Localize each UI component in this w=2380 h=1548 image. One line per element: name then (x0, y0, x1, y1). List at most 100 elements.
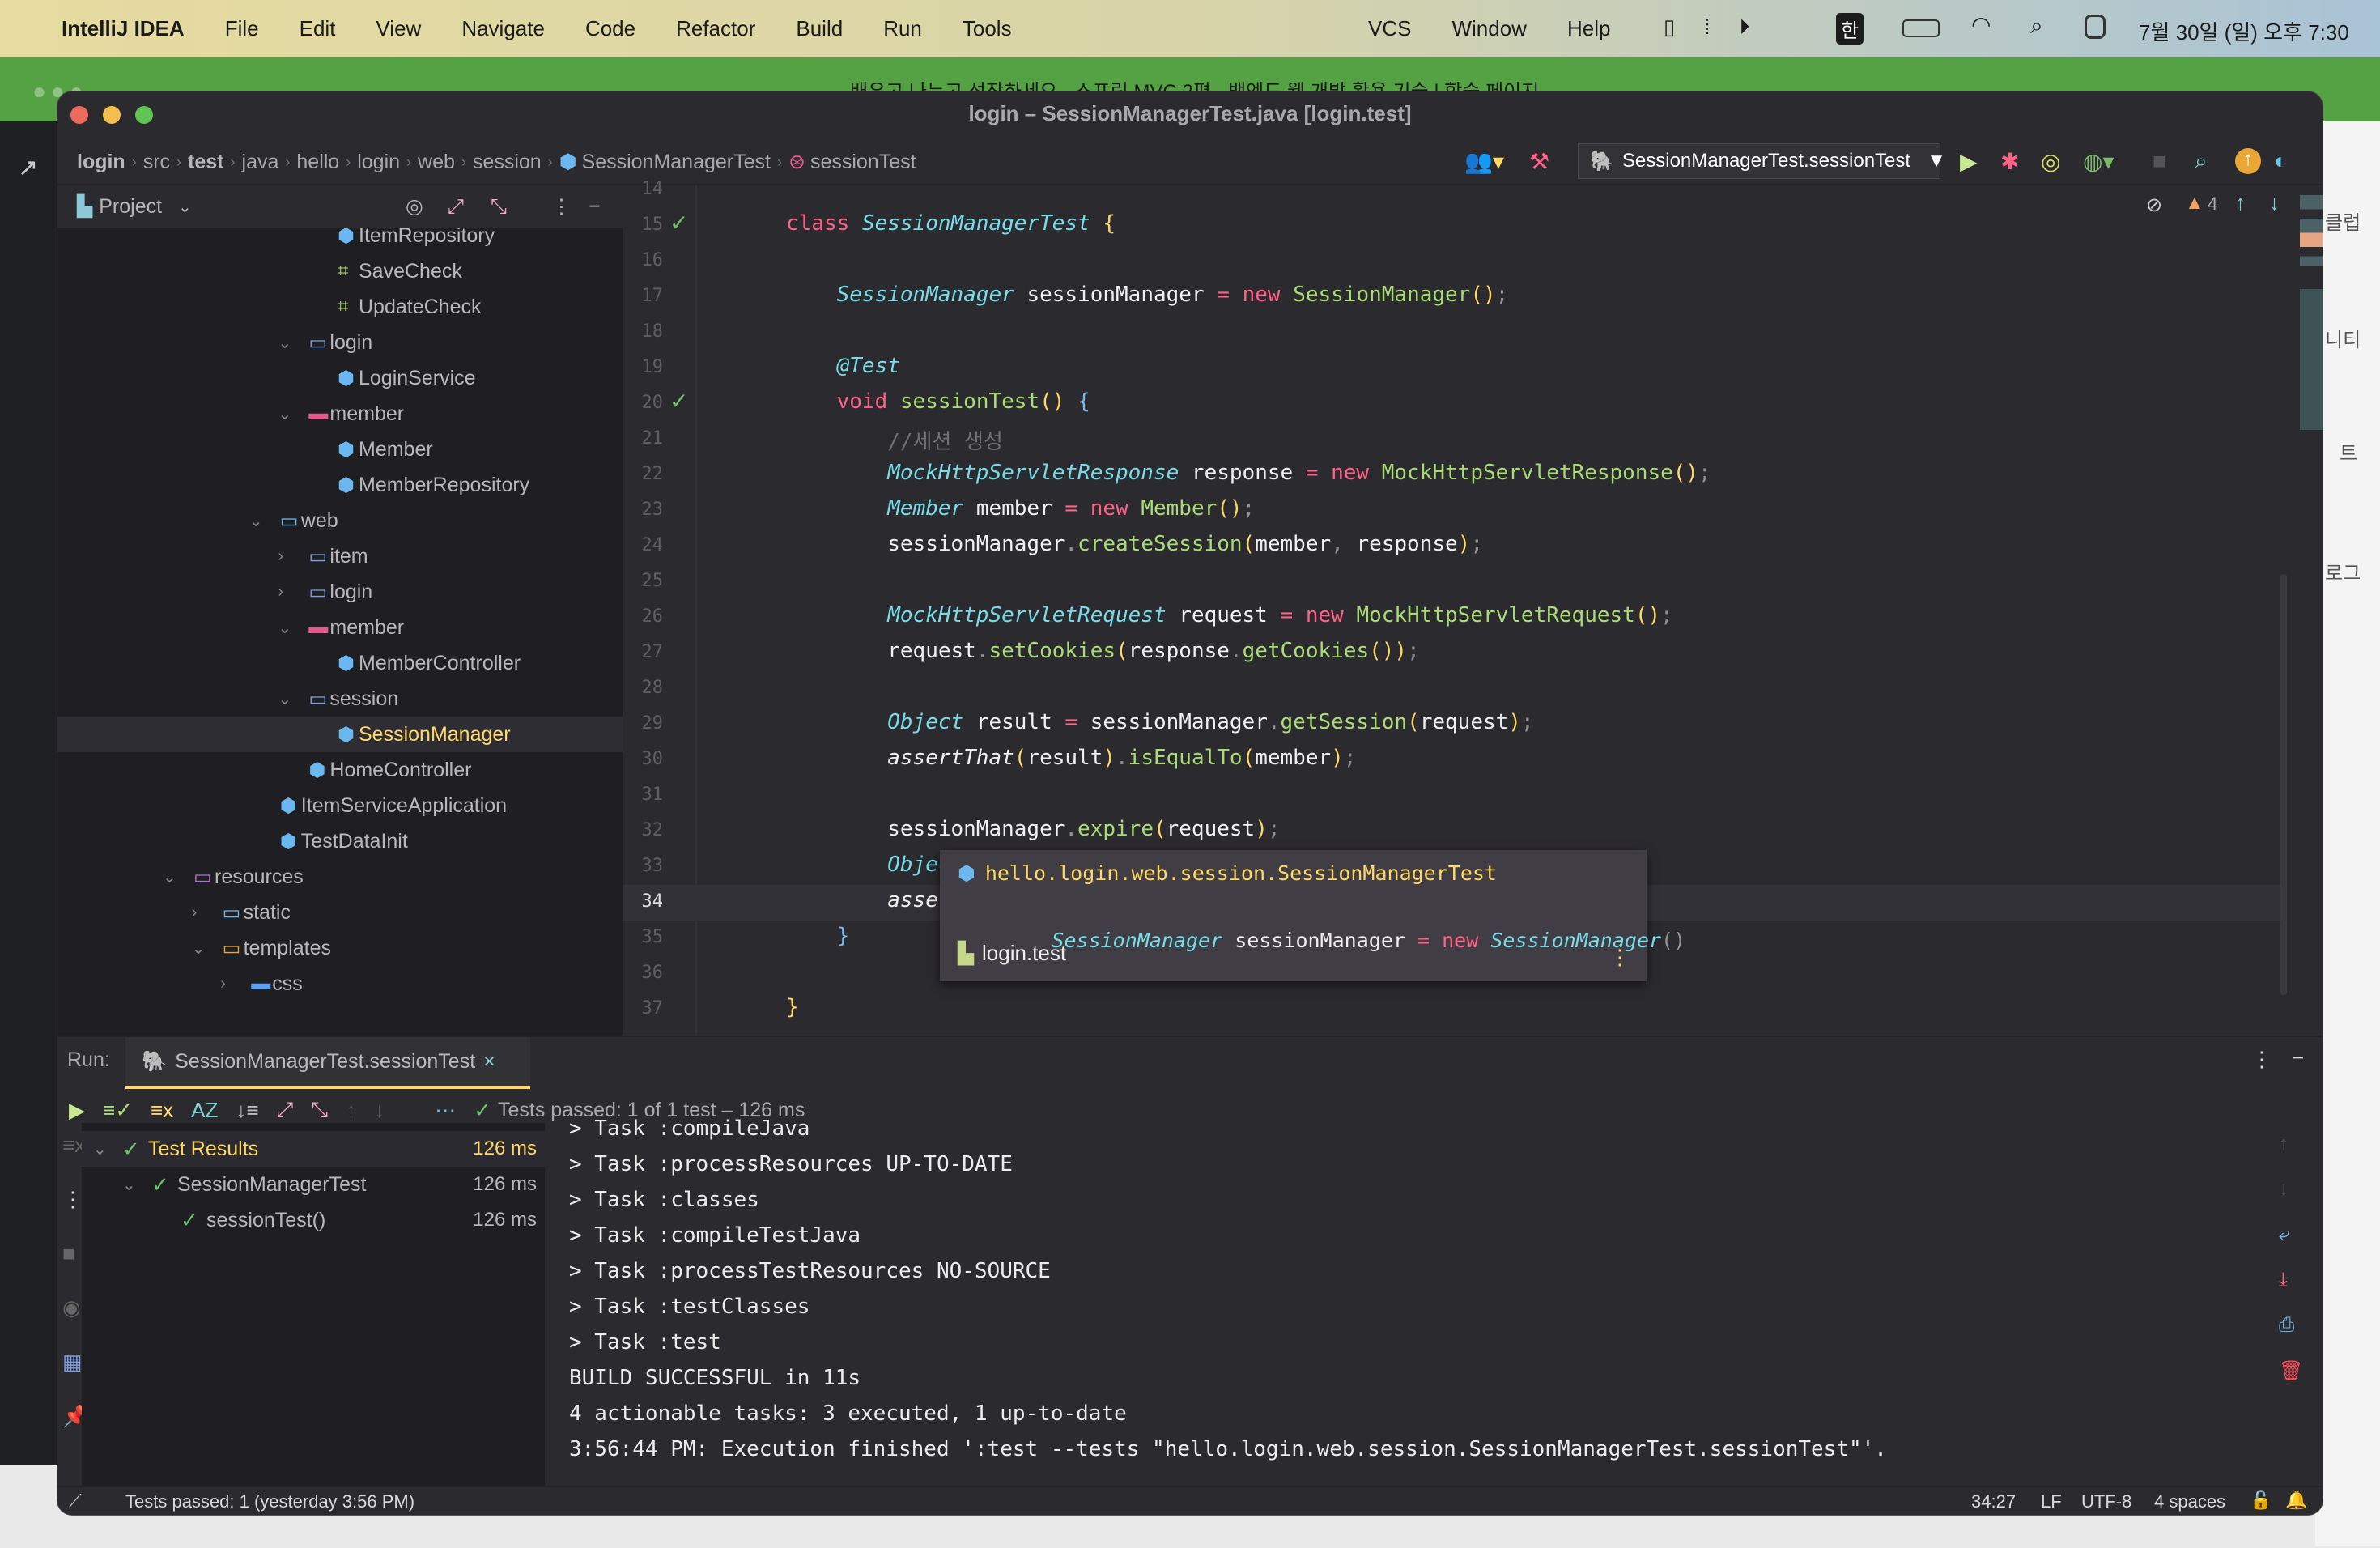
chevron-down-icon[interactable]: ⌄ (278, 689, 291, 709)
chevron-down-icon[interactable]: ⌄ (278, 333, 291, 353)
debug-icon[interactable]: ✱ (2000, 148, 2019, 175)
tree-item[interactable]: ⌄ ▭ login (57, 325, 623, 360)
editor-scrollbar[interactable] (2280, 574, 2287, 995)
caret-position[interactable]: 34:27 (1971, 1491, 2016, 1512)
code-with-me-icon[interactable]: ◐ (2274, 148, 2288, 174)
collapse-all-icon[interactable]: ⤡ (311, 1097, 328, 1123)
tree-item[interactable]: ⬢ TestDataInit (57, 823, 623, 859)
sort-duration-icon[interactable]: ↓≡ (236, 1098, 258, 1123)
menu-code[interactable]: Code (585, 16, 635, 41)
wifi-icon[interactable]: ◠ (1971, 11, 1991, 38)
breadcrumb-item[interactable]: login (357, 151, 400, 174)
code-editor[interactable]: 14 15 ✓ class SessionManagerTest {16 17 Sess… (623, 179, 2323, 1036)
expand-all-icon[interactable]: ⤢ (448, 195, 464, 219)
search-everywhere-icon[interactable]: ⌕ (2195, 148, 2208, 175)
search-icon[interactable]: ⌕ (2030, 13, 2043, 40)
previous-test-icon[interactable]: ↑ (346, 1098, 356, 1123)
tree-item[interactable]: › ▭ item (57, 538, 623, 574)
close-tab-icon[interactable]: × (483, 1050, 495, 1074)
clock[interactable]: 7월 30일 (일) 오후 7:30 (2139, 16, 2349, 46)
test-result-item[interactable]: ⌄ ✓ Test Results 126 ms (82, 1131, 545, 1167)
tree-item[interactable]: ⌗ UpdateCheck (57, 289, 623, 325)
next-highlight-icon[interactable]: ↓ (2269, 190, 2280, 215)
menu-window[interactable]: Window (1451, 16, 1526, 41)
chevron-down-icon[interactable]: ⌄ (278, 618, 291, 638)
tree-item[interactable]: ⬢ LoginService (57, 360, 623, 396)
soft-wrap-icon[interactable]: ⤶ (2279, 1223, 2303, 1246)
hide-icon[interactable]: − (2292, 1045, 2304, 1070)
run-icon[interactable]: ▶ (1960, 148, 1978, 175)
more-icon[interactable]: ⋯ (435, 1098, 456, 1123)
breadcrumb-item[interactable]: java (242, 151, 279, 174)
menu-edit[interactable]: Edit (300, 16, 336, 41)
hide-inlays-icon[interactable]: ⊘ (2146, 194, 2162, 217)
project-title[interactable]: Project (99, 195, 162, 219)
down-icon[interactable]: ↓ (2279, 1178, 2303, 1201)
chevron-right-icon[interactable]: › (278, 583, 283, 602)
tree-item[interactable]: ⌄ ▭ resources (57, 859, 623, 895)
tree-item[interactable]: ⬢ Member (57, 432, 623, 467)
previous-highlight-icon[interactable]: ↑ (2235, 190, 2246, 215)
locate-icon[interactable]: ◎ (406, 194, 423, 219)
chevron-down-icon[interactable]: ⌄ (278, 404, 291, 424)
tree-item[interactable]: ⌄ ▬ member (57, 610, 623, 645)
menu-help[interactable]: Help (1567, 16, 1610, 41)
stop-icon[interactable]: ■ (2153, 148, 2166, 174)
expand-all-icon[interactable]: ⤢ (277, 1097, 294, 1123)
notifications-icon[interactable]: 🔔 (2285, 1490, 2307, 1511)
tree-item[interactable]: › ▭ login (57, 574, 623, 610)
breadcrumb-item[interactable]: hello (296, 151, 339, 174)
tree-item[interactable]: › ▭ static (57, 895, 623, 930)
hide-icon[interactable]: − (589, 195, 601, 219)
menu-refactor[interactable]: Refactor (676, 16, 755, 41)
chevron-right-icon[interactable]: › (278, 547, 283, 566)
tree-item[interactable]: ⌄ ▭ templates (57, 930, 623, 966)
indent-setting[interactable]: 4 spaces (2154, 1491, 2225, 1512)
menu-build[interactable]: Build (796, 16, 843, 41)
popup-class-name[interactable]: hello.login.web.session.SessionManagerTe… (985, 861, 1497, 885)
tree-item[interactable]: › ▬ css (57, 966, 623, 1002)
chevron-down-icon[interactable]: ⌄ (249, 511, 263, 531)
breadcrumb-item[interactable]: web (418, 151, 455, 174)
chevron-down-icon[interactable]: ⌄ (178, 197, 192, 217)
tree-item[interactable]: ⬢ MemberRepository (57, 467, 623, 503)
scroll-to-end-icon[interactable]: ⤓ (2279, 1269, 2303, 1291)
lock-icon[interactable]: 🔓 (2250, 1490, 2272, 1511)
breadcrumb-item[interactable]: sessionTest (810, 151, 916, 174)
options-icon[interactable]: ⋮ (551, 194, 572, 219)
trash-icon[interactable]: 🗑 (2279, 1359, 2303, 1383)
line-separator[interactable]: LF (2041, 1491, 2062, 1512)
status-icons[interactable]: ▯⁞⏵ (1664, 15, 1779, 40)
tree-item[interactable]: ⌗ SaveCheck (57, 253, 623, 289)
build-hammer-icon[interactable]: ⚒ (1529, 148, 1549, 175)
collapse-all-icon[interactable]: ⤡ (491, 195, 507, 219)
tree-item[interactable]: ⬢ MemberController (57, 645, 623, 681)
breadcrumb-item[interactable]: SessionManagerTest (582, 151, 771, 174)
show-passed-icon[interactable]: ≡✓ (103, 1098, 133, 1123)
up-icon[interactable]: ↑ (2279, 1133, 2303, 1155)
more-options-icon[interactable]: ⋮ (1609, 946, 1630, 970)
warning-icon[interactable]: ▲ (2185, 192, 2204, 215)
tree-item[interactable]: ⌄ ▭ web (57, 503, 623, 538)
coverage-icon[interactable]: ◎ (2041, 148, 2060, 175)
tree-item[interactable]: ⌄ ▬ member (57, 396, 623, 432)
breadcrumb-item[interactable]: session (473, 151, 542, 174)
show-ignored-icon[interactable]: ≡x (151, 1098, 173, 1123)
control-center-icon[interactable] (2085, 15, 2106, 39)
chevron-down-icon[interactable]: ⌄ (122, 1175, 136, 1195)
sort-alpha-icon[interactable]: AZ (191, 1098, 218, 1123)
tree-item[interactable]: ⬢ HomeController (57, 752, 623, 788)
breadcrumb-item[interactable]: login (77, 151, 125, 174)
profiler-icon[interactable]: ◍▾ (2083, 148, 2114, 175)
menu-file[interactable]: File (225, 16, 259, 41)
menu-run[interactable]: Run (883, 16, 922, 41)
tree-item[interactable]: ⬢ ItemServiceApplication (57, 788, 623, 823)
chevron-down-icon[interactable]: ⌄ (93, 1139, 107, 1159)
menu-vcs[interactable]: VCS (1368, 16, 1411, 41)
test-passed-icon[interactable]: ✓ (669, 210, 688, 236)
test-passed-icon[interactable]: ✓ (669, 388, 688, 415)
ime-indicator[interactable]: 한 (1836, 13, 1864, 45)
chevron-down-icon[interactable]: ⌄ (163, 867, 176, 887)
breadcrumb-item[interactable]: test (188, 151, 223, 174)
toggle-tool-windows-icon[interactable]: ⟋ (69, 1491, 81, 1512)
